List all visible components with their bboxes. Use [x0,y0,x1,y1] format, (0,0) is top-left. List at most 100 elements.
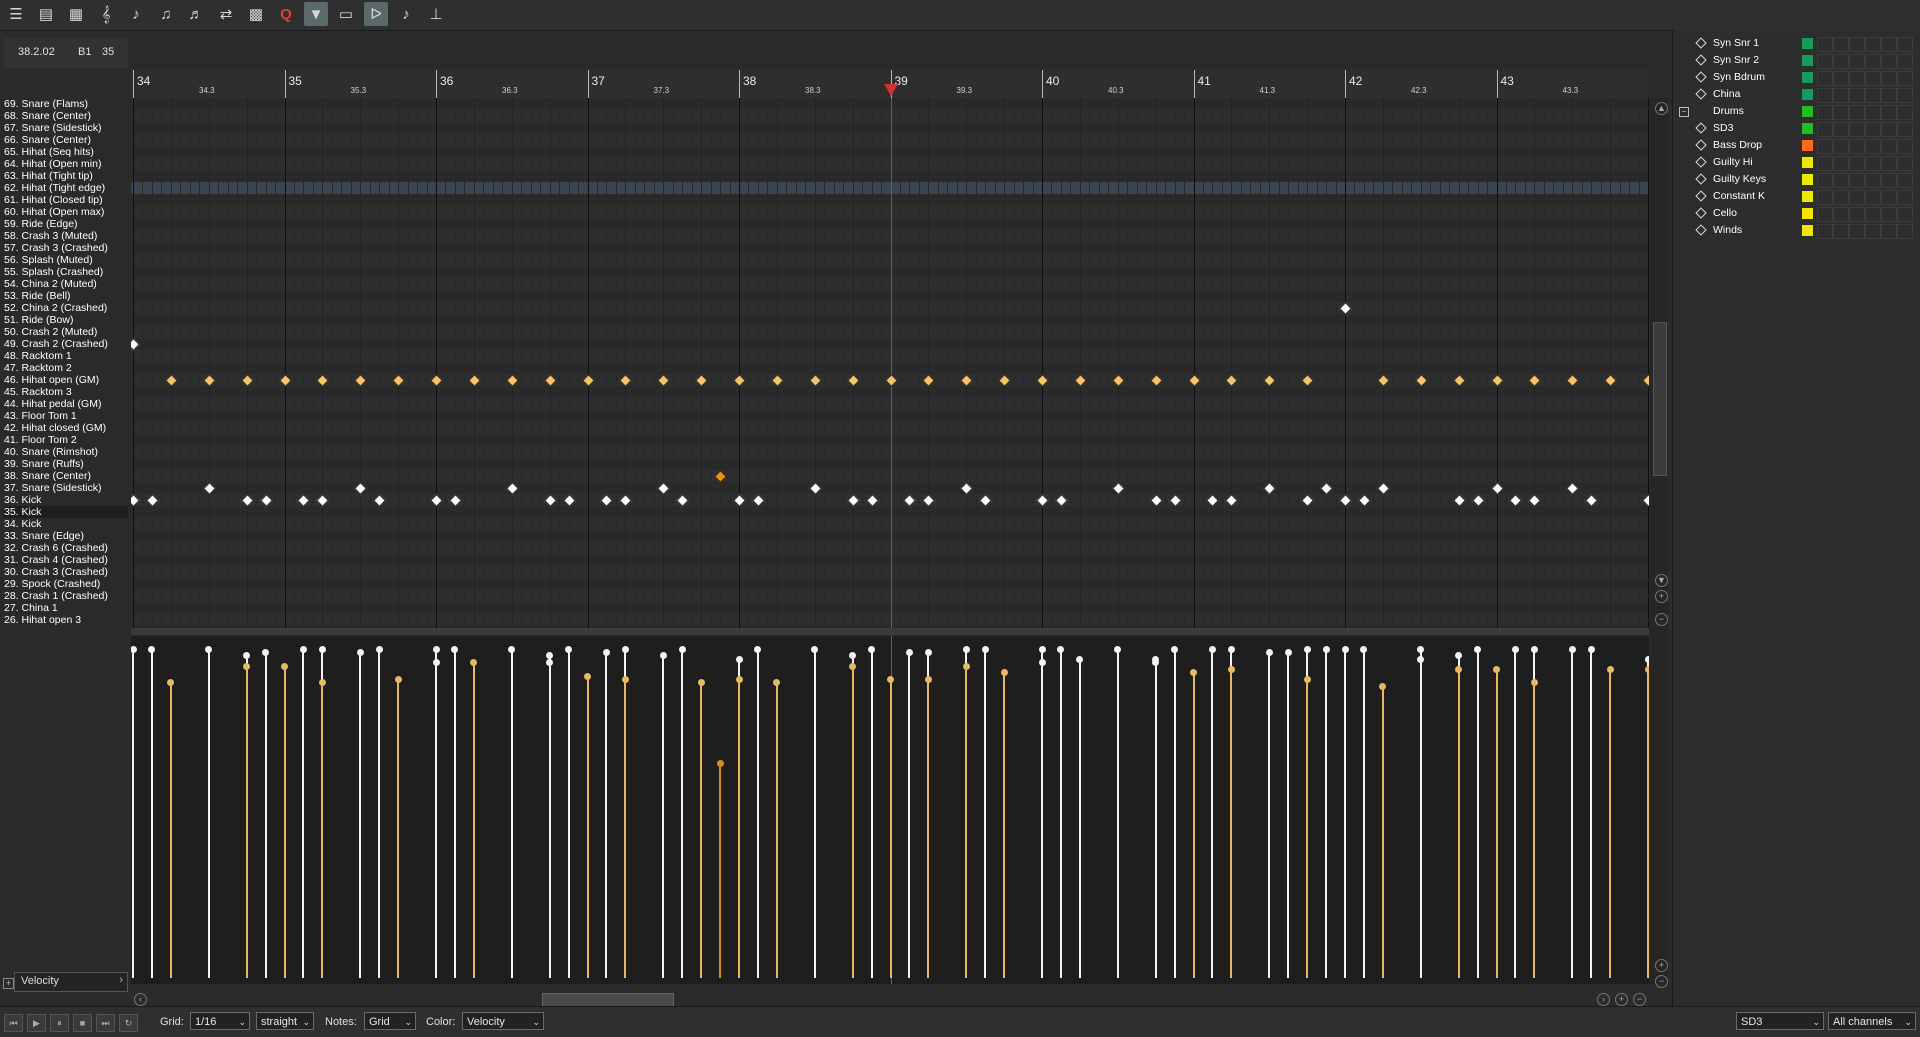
velocity-stem[interactable] [927,678,930,978]
velocity-handle[interactable] [849,662,857,670]
velocity-stem[interactable] [624,678,627,978]
play-note-icon[interactable]: ♫ [154,2,178,26]
track-color-swatch[interactable] [1802,140,1813,151]
track-option-cell[interactable] [1897,156,1913,171]
track-option-cell[interactable] [1897,105,1913,120]
list-view-icon[interactable]: ▤ [34,2,58,26]
velocity-handle[interactable] [849,652,857,660]
velocity-handle[interactable] [1379,682,1387,690]
note-name[interactable]: 49. Crash 2 (Crashed) [4,338,108,350]
note-name[interactable]: 67. Snare (Sidestick) [4,122,101,134]
velocity-handle[interactable] [621,645,629,653]
track-row[interactable]: Guilty Hi [1673,154,1920,171]
lane-splitter[interactable] [131,628,1649,635]
velocity-handle[interactable] [281,662,288,670]
velocity-stem[interactable] [756,648,759,978]
velocity-handle[interactable] [394,675,402,683]
velocity-handle[interactable] [678,645,686,653]
track-option-cell[interactable] [1881,139,1897,154]
track-option-cell[interactable] [1865,156,1881,171]
note-name[interactable]: 39. Snare (Ruffs) [4,458,84,470]
note-name[interactable]: 55. Splash (Crashed) [4,266,103,278]
track-option-cell[interactable] [1817,156,1833,171]
velocity-stem[interactable] [378,648,381,978]
velocity-stem[interactable] [1495,668,1498,978]
track-option-cell[interactable] [1881,105,1897,120]
velocity-handle[interactable] [716,759,724,767]
track-option-cell[interactable] [1849,122,1865,137]
track-select-icon[interactable] [1695,156,1707,168]
go-start-icon[interactable]: ⏮ [4,1014,23,1032]
note-name[interactable]: 62. Hihat (Tight edge) [4,182,105,194]
velocity-handle[interactable] [981,645,989,653]
velocity-handle[interactable] [1606,665,1614,673]
h-scroll-left-icon[interactable]: ‹ [134,993,147,1006]
vertical-scroll-thumb[interactable] [1653,322,1667,476]
note-name[interactable]: 45. Racktom 3 [4,386,72,398]
zoom-in-icon[interactable]: + [1655,590,1668,603]
note-name[interactable]: 29. Spock (Crashed) [4,578,100,590]
grid-select[interactable]: 1/16 ⌄ [190,1012,250,1030]
note-name[interactable]: 57. Crash 3 (Crashed) [4,242,108,254]
velocity-handle[interactable] [451,645,459,653]
velocity-handle[interactable] [584,672,591,680]
velocity-handle[interactable] [1474,645,1482,653]
track-option-cell[interactable] [1817,190,1833,205]
velocity-handle[interactable] [546,659,554,667]
velocity-handle[interactable] [1322,645,1330,653]
track-color-swatch[interactable] [1802,89,1813,100]
horizontal-scrollbar[interactable] [131,990,1649,1006]
cc-icon[interactable]: ⊥ [424,2,448,26]
track-row[interactable]: Winds [1673,222,1920,239]
note-name[interactable]: 59. Ride (Edge) [4,218,78,230]
velocity-handle[interactable] [167,679,175,687]
velocity-stem[interactable] [1476,648,1479,978]
velocity-stem[interactable] [1362,648,1365,978]
velocity-handle[interactable] [905,649,913,657]
track-option-cell[interactable] [1865,71,1881,86]
velocity-stem[interactable] [1041,662,1043,978]
track-option-cell[interactable] [1897,190,1913,205]
track-option-cell[interactable] [1849,156,1865,171]
velocity-handle[interactable] [1114,645,1122,653]
insert-note-icon[interactable]: ⇄ [214,2,238,26]
velocity-stem[interactable] [1344,648,1346,978]
track-row[interactable]: Syn Snr 2 [1673,52,1920,69]
velocity-handle[interactable] [1417,645,1425,653]
note-name[interactable]: 32. Crash 6 (Crashed) [4,542,108,554]
velocity-handle[interactable] [565,645,573,653]
note-name[interactable]: 44. Hihat pedal (GM) [4,398,101,410]
vertical-scrollbar[interactable] [1650,98,1668,984]
velocity-stem[interactable] [1590,648,1593,978]
velocity-handle[interactable] [318,679,326,687]
velocity-stem[interactable] [435,662,437,978]
horizontal-scroll-thumb[interactable] [542,993,674,1007]
track-option-cell[interactable] [1817,37,1833,52]
velocity-stem[interactable] [870,648,873,978]
track-color-swatch[interactable] [1802,38,1813,49]
velocity-stem[interactable] [264,652,267,978]
note-name-list[interactable]: 69. Snare (Flams) 68. Snare (Center) 67. S… [0,98,131,628]
note-name[interactable]: 48. Racktom 1 [4,350,72,362]
track-select-icon[interactable] [1695,54,1707,66]
track-option-cell[interactable] [1897,37,1913,52]
track-color-swatch[interactable] [1802,191,1813,202]
track-row[interactable]: SD3 [1673,120,1920,137]
step-input-icon[interactable]: ♪ [394,2,418,26]
timeline-ruler[interactable]: 34 34.3 35 35.3 36 36.3 37 37.3 38 38.3 39 39.3 40 40… [131,70,1649,99]
scroll-up-icon[interactable]: ▲ [1655,102,1668,115]
velocity-handle[interactable] [1057,645,1065,653]
h-zoom-in-icon[interactable]: + [1615,993,1628,1006]
track-option-cell[interactable] [1849,207,1865,222]
velocity-handle[interactable] [962,662,970,670]
velocity-handle[interactable] [602,649,610,657]
velocity-stem[interactable] [207,648,210,978]
scroll-down-icon[interactable]: ▼ [1655,574,1668,587]
velocity-handle[interactable] [1568,645,1576,653]
velocity-stem[interactable] [1609,668,1612,978]
velocity-handle[interactable] [1341,645,1349,653]
velocity-stem[interactable] [1003,672,1006,978]
velocity-stem[interactable] [1116,648,1119,978]
note-name[interactable]: 26. Hihat open 3 [4,614,81,626]
track-option-cell[interactable] [1897,173,1913,188]
